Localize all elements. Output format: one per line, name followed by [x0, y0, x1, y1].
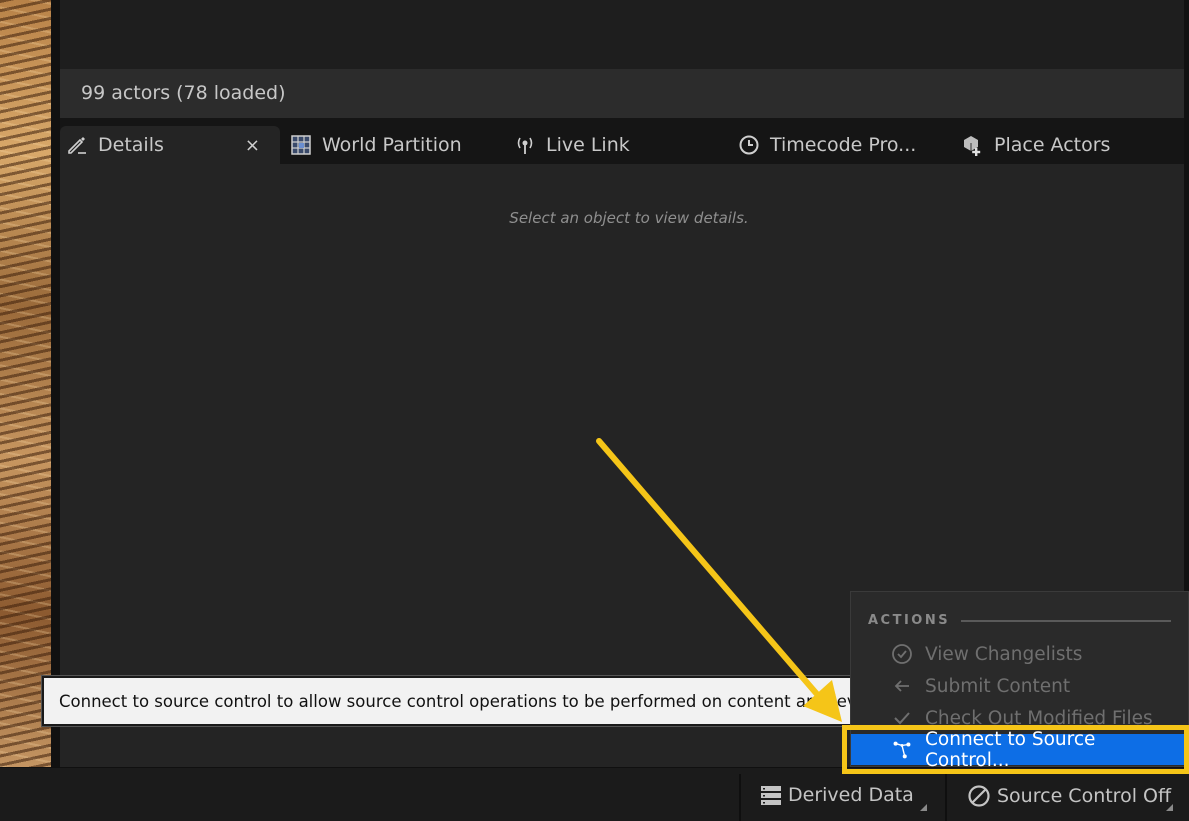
close-icon[interactable]: ×: [245, 135, 260, 156]
tab-bar: Details × World Partition Live Link Time…: [60, 118, 1184, 164]
source-control-status-label: Source Control Off: [997, 785, 1172, 807]
checkmark-icon: [891, 707, 913, 729]
tab-label: Live Link: [546, 134, 630, 156]
check-circle-icon: [891, 643, 913, 665]
broadcast-icon: [514, 134, 536, 156]
dropdown-corner-icon: [920, 804, 927, 811]
server-stack-icon: [760, 784, 782, 806]
menu-item-label: View Changelists: [925, 643, 1083, 665]
tab-timecode-provider[interactable]: Timecode Pro...: [738, 126, 916, 164]
branch-icon: [891, 739, 913, 761]
menu-section-heading: ACTIONS: [868, 613, 951, 628]
tab-place-actors[interactable]: Place Actors: [962, 126, 1110, 164]
status-separator: [945, 774, 947, 821]
status-separator: [739, 774, 741, 821]
menu-item-view-changelists[interactable]: View Changelists: [851, 638, 1189, 670]
source-control-menu: ACTIONS View Changelists Submit Content …: [850, 591, 1189, 771]
menu-item-connect-source-control[interactable]: Connect to Source Control...: [851, 729, 1184, 771]
menu-item-label: Submit Content: [925, 675, 1071, 697]
clock-icon: [738, 134, 760, 156]
tooltip-text: Connect to source control to allow sourc…: [59, 692, 855, 711]
menu-divider: [961, 620, 1171, 622]
actor-count: 99 actors (78 loaded): [81, 82, 286, 104]
derived-data-button[interactable]: Derived Data: [760, 784, 914, 806]
level-viewport[interactable]: [0, 0, 51, 767]
source-control-status-button[interactable]: Source Control Off: [967, 784, 1171, 808]
tab-live-link[interactable]: Live Link: [514, 126, 630, 164]
pencil-icon: [66, 134, 88, 156]
tooltip: Connect to source control to allow sourc…: [42, 676, 855, 726]
editor-window: 99 actors (78 loaded) Details × World Pa…: [0, 0, 1189, 821]
outliner-status-bar: 99 actors (78 loaded): [60, 69, 1184, 118]
tab-world-partition[interactable]: World Partition: [290, 126, 462, 164]
outliner-panel: [60, 0, 1184, 69]
tab-label: World Partition: [322, 134, 462, 156]
menu-item-submit-content[interactable]: Submit Content: [851, 670, 1189, 702]
dropdown-corner-icon: [1166, 804, 1173, 811]
tab-label: Details: [98, 134, 164, 156]
menu-item-label: Check Out Modified Files: [925, 707, 1153, 729]
grid-icon: [290, 134, 312, 156]
tab-label: Place Actors: [994, 134, 1111, 156]
arrow-left-icon: [891, 675, 913, 697]
empty-details-message: Select an object to view details.: [509, 209, 749, 227]
tab-label: Timecode Pro...: [770, 134, 917, 156]
tab-details[interactable]: Details ×: [60, 126, 280, 164]
status-bar: Derived Data Source Control Off: [0, 767, 1189, 821]
cube-add-icon: [962, 134, 984, 156]
panel-splitter[interactable]: [51, 0, 60, 767]
derived-data-label: Derived Data: [788, 784, 914, 806]
disabled-circle-icon: [967, 784, 991, 808]
menu-item-label: Connect to Source Control...: [925, 728, 1096, 771]
